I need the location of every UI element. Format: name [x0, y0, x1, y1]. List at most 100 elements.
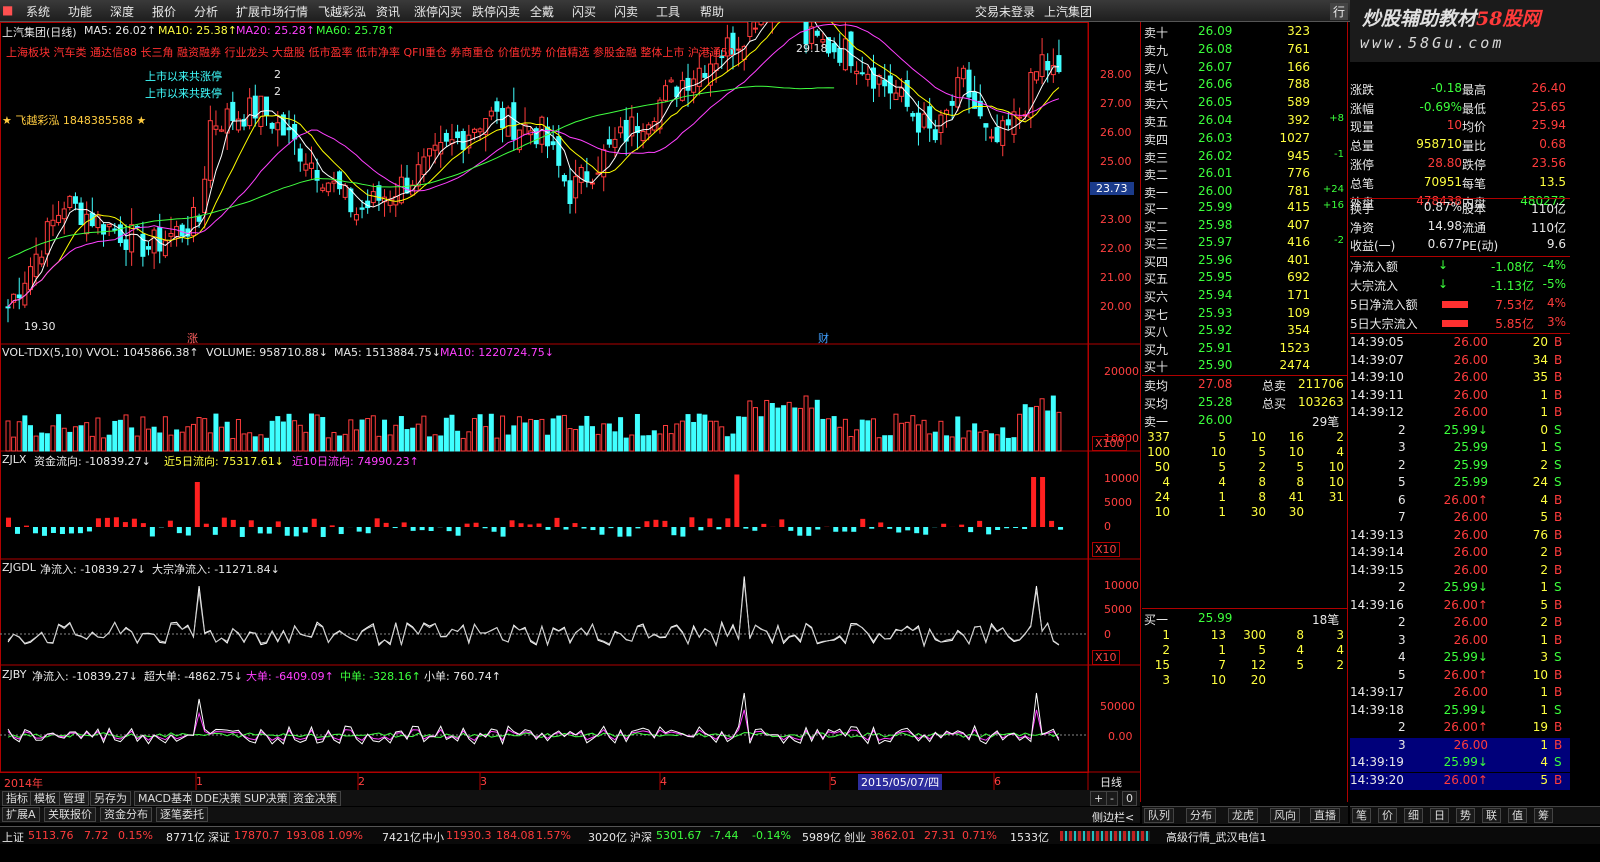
sell-order-row[interactable]: 卖十 26.09 323 — [1142, 24, 1348, 42]
sidebar-toggle[interactable]: 侧边栏< — [1092, 809, 1134, 825]
tick-row[interactable]: 14:39:11 26.00 1 B — [1350, 388, 1570, 405]
tick-row[interactable]: 5 25.99 24 S — [1350, 475, 1570, 492]
tab-indicator[interactable]: 指标 — [2, 791, 32, 806]
event-marker-zhang[interactable]: 涨 — [187, 330, 198, 346]
sell-order-row[interactable]: 卖四 26.03 1027 — [1142, 131, 1348, 149]
menu-item-flash-buy[interactable]: 闪买 — [572, 3, 596, 20]
sell-queue-header[interactable]: 卖一 26.00 29笔 — [1142, 413, 1348, 431]
tick-row[interactable]: 14:39:18 25.99↓ 1 S — [1350, 703, 1570, 720]
sell-order-row[interactable]: 卖五 26.04 392 +8 — [1142, 113, 1348, 131]
concept-tags[interactable]: 上海板块 汽车类 通达信88 长三角 融资融券 行业龙头 大盘股 低市盈率 低市… — [6, 44, 806, 60]
buy-order-row[interactable]: 买十 25.90 2474 — [1142, 358, 1348, 376]
side-tab-queue[interactable]: 队列 — [1144, 808, 1174, 823]
tick-row[interactable]: 3 26.00 1 B — [1350, 633, 1570, 650]
sell-order-row[interactable]: 卖六 26.05 589 — [1142, 95, 1348, 113]
buy-order-row[interactable]: 买二 25.98 407 — [1142, 218, 1348, 236]
menu-item-depth[interactable]: 深度 — [110, 3, 134, 20]
buy-queue-header[interactable]: 买一 25.99 18笔 — [1142, 611, 1348, 629]
tab-ext-a[interactable]: 扩展A — [2, 807, 40, 822]
tick-tab-daily[interactable]: 日 — [1430, 808, 1449, 823]
buy-order-row[interactable]: 买一 25.99 415 +16 — [1142, 200, 1348, 218]
menu-item-tools[interactable]: 工具 — [656, 3, 680, 20]
zoom-in-button[interactable]: + — [1090, 791, 1108, 806]
menu-item-quote[interactable]: 报价 — [152, 3, 176, 20]
sell-order-row[interactable]: 卖二 26.01 776 — [1142, 166, 1348, 184]
sell-order-row[interactable]: 卖三 26.02 945 -1 — [1142, 149, 1348, 167]
tick-row[interactable]: 5 26.00↑ 10 B — [1350, 668, 1570, 685]
side-tab-distribution[interactable]: 分布 — [1186, 808, 1216, 823]
tick-row[interactable]: 2 25.99↓ 0 S — [1350, 423, 1570, 440]
zoom-out-button[interactable]: - — [1106, 791, 1118, 806]
index-hs-name[interactable]: 沪深 — [630, 829, 652, 845]
queue-sell-row[interactable]: 10 1 30 30 — [1142, 505, 1348, 523]
tick-row[interactable]: 6 26.00↑ 4 B — [1350, 493, 1570, 510]
buy-order-row[interactable]: 买五 25.95 692 — [1142, 270, 1348, 288]
tab-template[interactable]: 模板 — [30, 791, 60, 806]
zoom-reset-button[interactable]: 0 — [1122, 791, 1137, 806]
period-label[interactable]: 日线 — [1100, 774, 1122, 790]
tick-tab-linked[interactable]: 联 — [1482, 808, 1501, 823]
quote-panel-toggle[interactable]: 行 — [1330, 3, 1349, 20]
sell-order-row[interactable]: 卖七 26.06 788 — [1142, 77, 1348, 95]
tab-macd-basic[interactable]: MACD基本 — [134, 791, 197, 806]
connection-server[interactable]: 高级行情_武汉电信1 — [1166, 829, 1267, 845]
buy-avg-row[interactable]: 买均 25.28 总买 103263 — [1142, 395, 1348, 413]
index-sz-name[interactable]: 深证 — [208, 829, 230, 845]
zjgdl-indicator-name[interactable]: ZJGDL — [2, 561, 36, 574]
tick-row[interactable]: 14:39:10 26.00 35 B — [1350, 370, 1570, 387]
zjby-indicator-name[interactable]: ZJBY — [2, 668, 26, 681]
tick-row[interactable]: 4 25.99↓ 3 S — [1350, 650, 1570, 667]
tick-row[interactable]: 14:39:20 26.00↑ 5 B — [1350, 772, 1570, 790]
tick-tab-chips[interactable]: 筹 — [1534, 808, 1553, 823]
tab-dde-decision[interactable]: DDE决策 — [191, 791, 245, 806]
menu-item-limit-down-sell[interactable]: 跌停闪卖 — [472, 3, 520, 20]
index-cy-name[interactable]: 创业 — [844, 829, 866, 845]
menu-item-help[interactable]: 帮助 — [700, 3, 724, 20]
index-sh-name[interactable]: 上证 — [2, 829, 24, 845]
tick-row[interactable]: 14:39:13 26.00 76 B — [1350, 528, 1570, 545]
tick-tab-price[interactable]: 价 — [1378, 808, 1397, 823]
tick-row[interactable]: 14:39:15 26.00 2 B — [1350, 563, 1570, 580]
buy-order-row[interactable]: 买四 25.96 401 — [1142, 253, 1348, 271]
menu-item-function[interactable]: 功能 — [68, 3, 92, 20]
tick-row[interactable]: 14:39:17 26.00 1 B — [1350, 685, 1570, 702]
trade-login-status[interactable]: 交易未登录 — [975, 3, 1035, 20]
tick-row[interactable]: 14:39:12 26.00 1 B — [1350, 405, 1570, 422]
menu-item-system[interactable]: 系统 — [26, 3, 50, 20]
tick-tab-trend[interactable]: 势 — [1456, 808, 1475, 823]
tick-tab-value[interactable]: 值 — [1508, 808, 1527, 823]
tab-related-quote[interactable]: 关联报价 — [44, 807, 96, 822]
tick-row[interactable]: 2 26.00↑ 19 B — [1350, 720, 1570, 737]
side-tab-dragon-tiger[interactable]: 龙虎 — [1228, 808, 1258, 823]
kline-chart-area[interactable] — [0, 22, 1140, 802]
sell-order-row[interactable]: 卖八 26.07 166 — [1142, 60, 1348, 78]
index-zx-name[interactable]: 中小 — [422, 829, 444, 845]
menu-item-news[interactable]: 资讯 — [376, 3, 400, 20]
menu-item-flash-sell[interactable]: 闪卖 — [614, 3, 638, 20]
tick-row[interactable]: 14:39:19 25.99↓ 4 S — [1350, 755, 1570, 772]
app-icon[interactable]: ■ — [2, 3, 13, 17]
tab-fund-decision[interactable]: 资金决策 — [289, 791, 341, 806]
tick-row[interactable]: 2 25.99↓ 1 S — [1350, 580, 1570, 597]
buy-order-row[interactable]: 买七 25.93 109 — [1142, 306, 1348, 324]
buy-order-row[interactable]: 买九 25.91 1523 — [1142, 341, 1348, 359]
zjlx-indicator-name[interactable]: ZJLX — [2, 453, 26, 466]
sell-order-row[interactable]: 卖九 26.08 761 — [1142, 42, 1348, 60]
buy-order-row[interactable]: 买六 25.94 171 — [1142, 288, 1348, 306]
vol-indicator-name[interactable]: VOL-TDX(5,10) — [2, 346, 83, 359]
tick-row[interactable]: 14:39:05 26.00 20 B — [1350, 335, 1570, 352]
tab-manage[interactable]: 管理 — [59, 791, 89, 806]
sell-avg-row[interactable]: 卖均 27.08 总卖 211706 — [1142, 377, 1348, 395]
tick-row[interactable]: 2 25.99 2 S — [1350, 458, 1570, 475]
tick-row[interactable]: 14:39:14 26.00 2 B — [1350, 545, 1570, 562]
tick-row[interactable]: 3 25.99 1 S — [1350, 440, 1570, 457]
tick-tab-trades[interactable]: 笔 — [1352, 808, 1371, 823]
menu-item-ext-market[interactable]: 扩展市场行情 — [236, 3, 308, 20]
menu-item-limit-up-buy[interactable]: 涨停闪买 — [414, 3, 462, 20]
tick-row[interactable]: 7 26.00 5 B — [1350, 510, 1570, 527]
menu-item-analysis[interactable]: 分析 — [194, 3, 218, 20]
tab-save-as[interactable]: 另存为 — [90, 791, 131, 806]
tick-row[interactable]: 2 26.00 2 B — [1350, 615, 1570, 632]
buy-order-row[interactable]: 买三 25.97 416 -2 — [1142, 235, 1348, 253]
buy-order-row[interactable]: 买八 25.92 354 — [1142, 323, 1348, 341]
